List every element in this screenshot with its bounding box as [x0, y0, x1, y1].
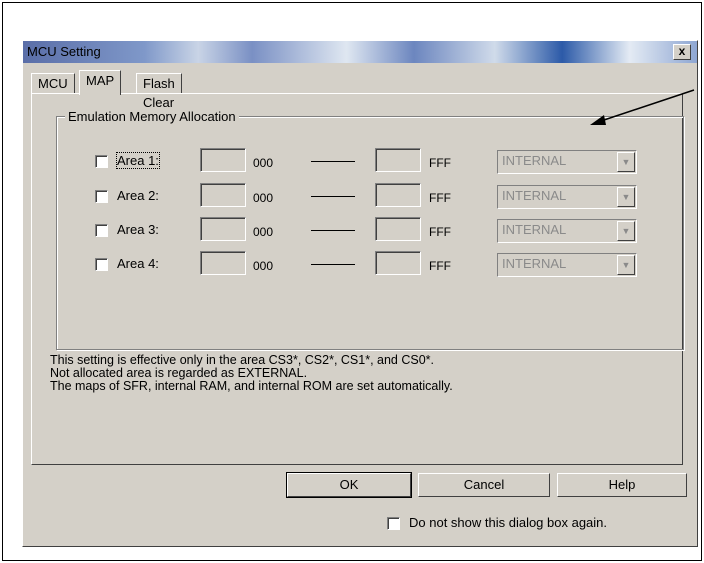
tab-map[interactable]: MAP [79, 70, 122, 95]
